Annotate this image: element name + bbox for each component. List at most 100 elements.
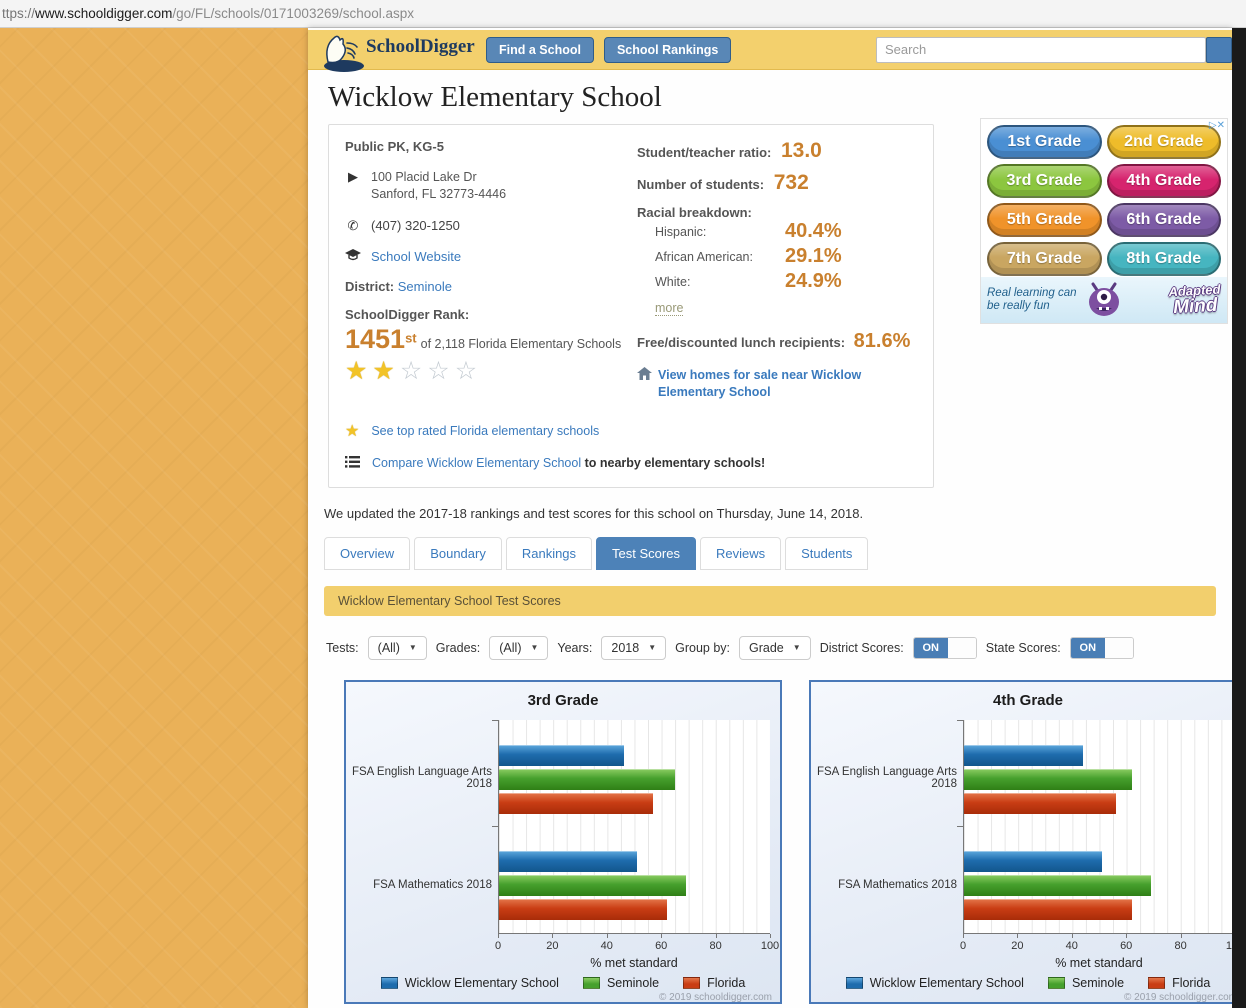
- tab-test-scores[interactable]: Test Scores: [596, 536, 696, 570]
- header-nav: Find a School School Rankings: [486, 36, 732, 63]
- bar-wicklow-elementary-school[interactable]: [964, 851, 1103, 872]
- top-rated-link[interactable]: See top rated Florida elementary schools: [371, 424, 599, 438]
- tab-rankings[interactable]: Rankings: [505, 536, 593, 570]
- chart-legend: Wicklow Elementary School Seminole Florida: [811, 976, 1232, 990]
- ad-grade-button-8th-grade[interactable]: 8th Grade: [1106, 242, 1221, 276]
- star-empty-icon[interactable]: ☆: [455, 357, 482, 385]
- toggle-label: State Scores:: [985, 640, 1061, 655]
- axis-tick-label: 100: [760, 939, 780, 952]
- bar-group: [957, 719, 1232, 827]
- logo-text: SchoolDigger: [366, 36, 475, 57]
- ad-tagline: Real learning can be really fun: [987, 286, 1077, 312]
- rank-of-text: of 2,118 Florida Elementary Schools: [420, 336, 622, 351]
- district-link[interactable]: Seminole: [398, 279, 452, 294]
- race-row: Hispanic: 40.4%: [655, 220, 917, 243]
- bar-wicklow-elementary-school[interactable]: [499, 851, 638, 872]
- school-info-box: Public PK, KG-5 ▶ 100 Placid Lake Dr San…: [328, 124, 934, 488]
- tab-overview[interactable]: Overview: [324, 536, 411, 570]
- bar-group: [492, 719, 770, 827]
- ad-grade-button-5th-grade[interactable]: 5th Grade: [987, 203, 1102, 237]
- nav-button-find-a-school[interactable]: Find a School: [486, 36, 594, 63]
- bar-florida[interactable]: [964, 792, 1116, 814]
- toggle-off-area: [947, 637, 976, 658]
- race-label: Hispanic:: [655, 224, 707, 239]
- rank-label: SchoolDigger Rank:: [345, 306, 470, 322]
- bar-wicklow-elementary-school[interactable]: [499, 744, 624, 766]
- school-type: Public PK, KG-5: [345, 139, 444, 154]
- star-empty-icon[interactable]: ☆: [400, 357, 427, 385]
- toggle-district-scores[interactable]: ON: [912, 636, 977, 659]
- chart-copyright: © 2019 schooldigger.com: [659, 991, 772, 1003]
- phone-icon: ✆: [347, 217, 359, 233]
- axis-tick-label: 40: [1065, 939, 1078, 952]
- axis-tick-mark: [1180, 933, 1182, 938]
- race-row: African American: 29.1%: [655, 245, 917, 268]
- bar-seminole[interactable]: [964, 768, 1133, 790]
- ad-grade-button-3rd-grade[interactable]: 3rd Grade: [987, 164, 1102, 198]
- star-filled-icon[interactable]: ★: [372, 357, 399, 385]
- ad-grade-button-4th-grade[interactable]: 4th Grade: [1106, 164, 1221, 198]
- browser-url-bar[interactable]: ttps://www.schooldigger.com/go/FL/school…: [0, 0, 1246, 28]
- legend-label: Wicklow Elementary School: [404, 975, 559, 990]
- bar-seminole[interactable]: [499, 768, 676, 790]
- chevron-down-icon: ▼: [648, 643, 657, 653]
- filter-select-years[interactable]: 2018 ▼: [601, 635, 667, 660]
- legend-swatch: [582, 976, 600, 989]
- axis-tick-label: 0: [959, 939, 967, 952]
- tab-boundary[interactable]: Boundary: [414, 536, 502, 570]
- axis-tick-mark: [661, 933, 663, 938]
- compare-link[interactable]: Compare Wicklow Elementary School: [372, 456, 581, 470]
- ad-grade-button-1st-grade[interactable]: 1st Grade: [987, 125, 1102, 159]
- filter-label: Grades:: [435, 640, 481, 655]
- school-phone: (407) 320-1250: [371, 217, 460, 233]
- bar-wicklow-elementary-school[interactable]: [964, 744, 1084, 766]
- axis-tick-mark: [552, 933, 554, 938]
- tab-reviews[interactable]: Reviews: [699, 536, 782, 570]
- chart-copyright: © 2019 schooldigger.com: [1124, 991, 1232, 1003]
- graduation-cap-icon: [345, 248, 361, 264]
- filter-label: Tests:: [326, 640, 359, 655]
- rank-number: 1451: [345, 323, 406, 354]
- schooldigger-logo[interactable]: SchoolDigger: [314, 28, 475, 77]
- race-value: 40.4%: [785, 220, 842, 242]
- homes-for-sale-link[interactable]: View homes for sale near Wicklow Element…: [658, 367, 917, 401]
- page-title: Wicklow Elementary School: [328, 81, 662, 113]
- toggle-state-scores[interactable]: ON: [1069, 636, 1134, 659]
- legend-swatch: [380, 976, 398, 989]
- filter-select-tests[interactable]: (All) ▼: [367, 635, 427, 660]
- race-label: White:: [655, 274, 691, 289]
- bar-seminole[interactable]: [964, 875, 1151, 896]
- filter-select-group-by[interactable]: Grade ▼: [739, 635, 811, 660]
- ad-grade-button-6th-grade[interactable]: 6th Grade: [1106, 203, 1221, 237]
- x-axis-label: % met standard: [1055, 955, 1143, 970]
- students-label: Number of students:: [637, 177, 765, 192]
- search-input[interactable]: [876, 36, 1206, 63]
- racial-breakdown-label: Racial breakdown:: [637, 205, 752, 220]
- star-filled-icon[interactable]: ★: [345, 357, 372, 385]
- legend-item: Seminole: [582, 976, 659, 990]
- more-link[interactable]: more: [655, 301, 684, 316]
- filter-label: Years:: [557, 640, 593, 655]
- nav-button-school-rankings[interactable]: School Rankings: [603, 36, 732, 63]
- bar-florida[interactable]: [499, 899, 668, 920]
- ad-grade-button-2nd-grade[interactable]: 2nd Grade: [1106, 125, 1221, 159]
- tab-students[interactable]: Students: [785, 536, 869, 570]
- bar-florida[interactable]: [964, 899, 1133, 920]
- filter-select-grades[interactable]: (All) ▼: [489, 635, 549, 660]
- axis-tick-mark: [498, 933, 499, 938]
- bar-seminole[interactable]: [499, 875, 686, 896]
- top-rated-star-icon: ★: [345, 422, 360, 440]
- ad-banner[interactable]: ▷✕ 1st Grade 2nd Grade 3rd Grade 4th Grade 5…: [980, 118, 1228, 324]
- star-empty-icon[interactable]: ☆: [427, 357, 454, 385]
- race-value: 29.1%: [785, 245, 842, 267]
- page-content: SchoolDigger Find a School School Ranking…: [308, 28, 1232, 1008]
- filter-select-value: (All): [499, 640, 522, 655]
- category-label: FSA English Language Arts 2018: [351, 766, 492, 791]
- url-host: www.schooldigger.com: [35, 6, 173, 21]
- school-website-link[interactable]: School Website: [371, 249, 461, 264]
- search-button[interactable]: [1206, 36, 1232, 63]
- bar-florida[interactable]: [499, 792, 654, 814]
- ad-grade-button-7th-grade[interactable]: 7th Grade: [987, 242, 1102, 276]
- adchoices-icon[interactable]: ▷✕: [1209, 120, 1225, 131]
- category-label: FSA English Language Arts 2018: [816, 766, 957, 791]
